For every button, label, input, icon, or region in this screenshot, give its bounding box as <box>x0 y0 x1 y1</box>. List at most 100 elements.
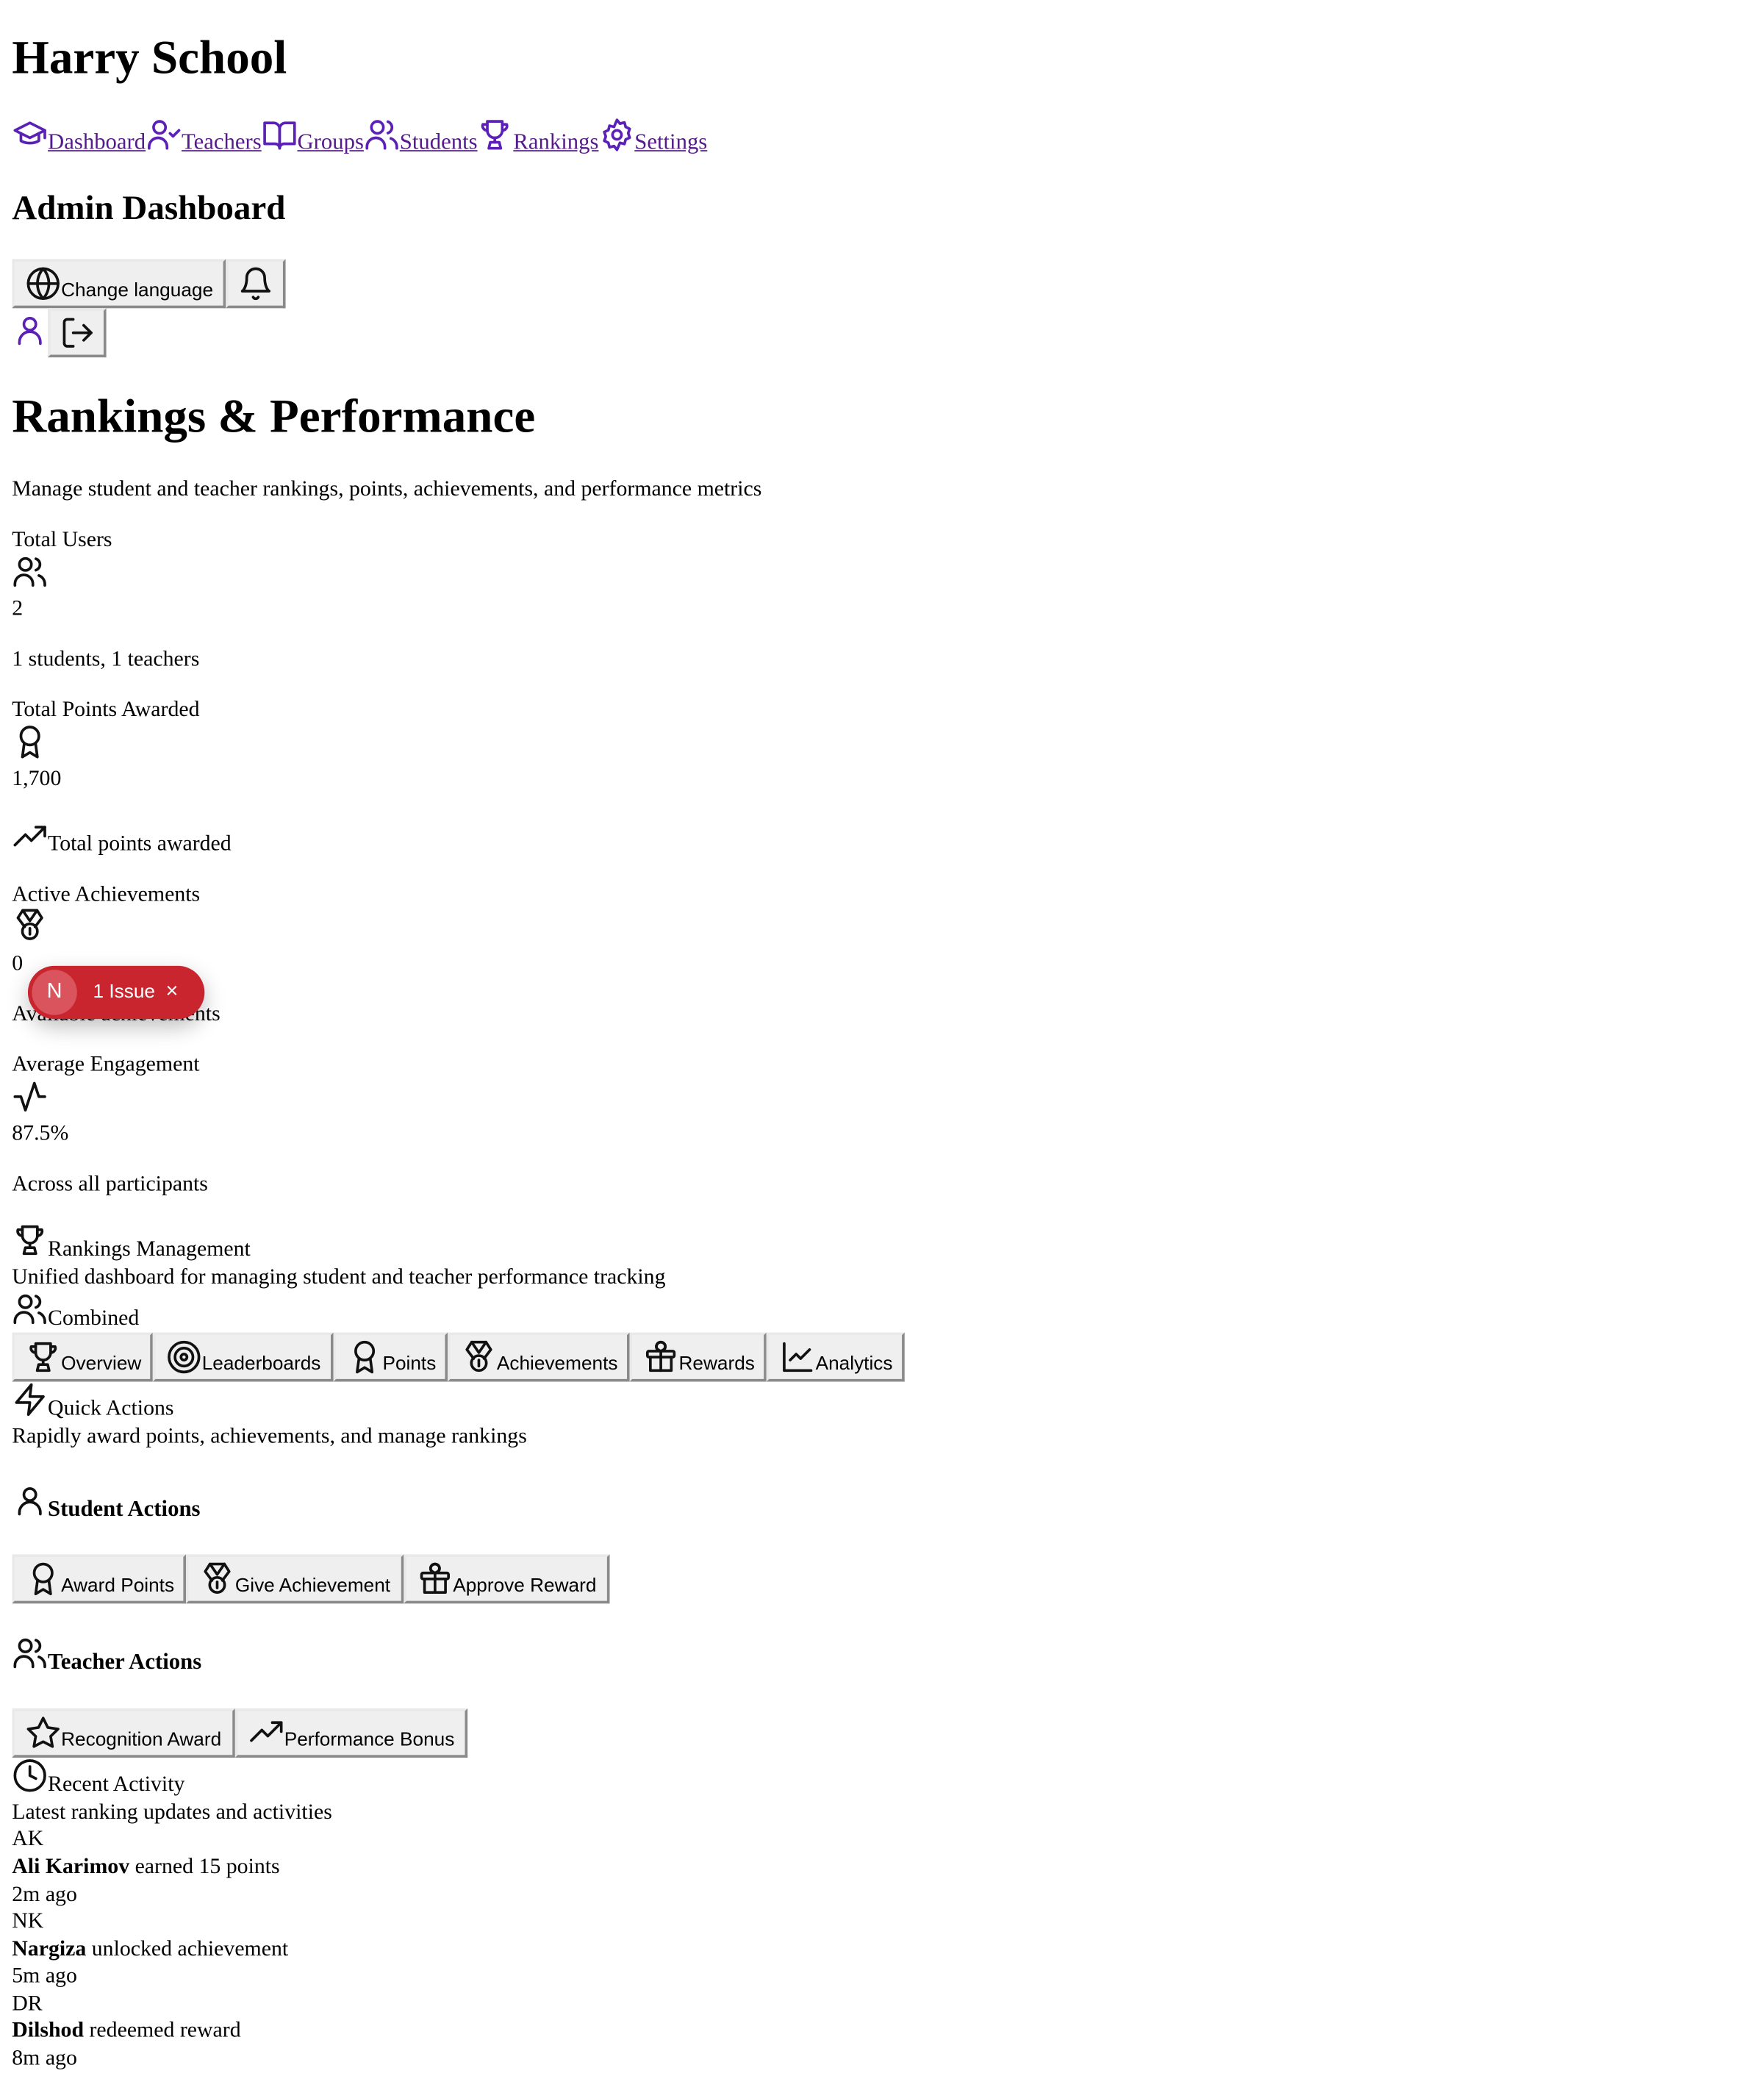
target-icon <box>166 1339 202 1375</box>
tab-leaderboards-label: Leaderboards <box>201 1353 321 1375</box>
tab-rewards[interactable]: Rewards <box>629 1332 767 1382</box>
user-icon <box>12 1483 48 1519</box>
nav-students[interactable]: Students <box>400 129 478 154</box>
performance-bonus-label: Performance Bonus <box>284 1729 455 1751</box>
logout-button[interactable] <box>48 308 107 358</box>
view-mode-combined[interactable]: Combined <box>48 1305 139 1331</box>
graduation-cap-icon <box>12 117 48 153</box>
book-open-icon <box>262 117 298 153</box>
activity-avatar: DR <box>12 1990 43 2016</box>
list-item: Ali Karimov earned 15 points <box>12 1853 279 1880</box>
rankings-title: Rankings Management <box>48 1235 251 1261</box>
medal-icon <box>199 1561 235 1597</box>
users-icon <box>12 554 48 590</box>
award-points-button[interactable]: Award Points <box>12 1554 187 1604</box>
medal-icon <box>461 1339 497 1375</box>
gift-icon <box>417 1561 453 1597</box>
give-achievement-button[interactable]: Give Achievement <box>186 1554 404 1604</box>
nav-teachers[interactable]: Teachers <box>182 129 262 154</box>
nav-dashboard[interactable]: Dashboard <box>48 129 146 154</box>
performance-bonus-button[interactable]: Performance Bonus <box>234 1708 468 1758</box>
bell-icon <box>237 265 273 301</box>
globe-icon <box>25 265 61 301</box>
award-icon <box>12 724 48 760</box>
activity-time: 5m ago <box>12 1962 77 1988</box>
close-icon[interactable]: × <box>165 981 178 1005</box>
activity-action: redeemed reward <box>84 2016 241 2042</box>
users-icon <box>12 1292 48 1328</box>
trending-up-icon <box>12 820 48 856</box>
trophy-icon <box>478 117 514 153</box>
award-points-label: Award Points <box>61 1575 175 1597</box>
users-icon <box>364 117 400 153</box>
brand-title: Harry School <box>12 30 287 84</box>
tab-analytics[interactable]: Analytics <box>766 1332 905 1382</box>
stat-total-users-label: Total Users <box>12 526 112 551</box>
activity-avatar: AK <box>12 1825 44 1851</box>
tab-rewards-label: Rewards <box>678 1353 755 1375</box>
medal-icon <box>12 907 48 943</box>
change-language-button[interactable]: Change language <box>12 259 226 309</box>
star-icon <box>25 1715 61 1751</box>
stat-total-points-value: 1,700 <box>12 765 62 791</box>
main-nav: Dashboard Teachers Groups Students Rankings S… <box>12 117 707 155</box>
activity-icon <box>12 1078 48 1114</box>
tab-points-label: Points <box>382 1353 437 1375</box>
approve-reward-label: Approve Reward <box>453 1575 597 1597</box>
tab-leaderboards[interactable]: Leaderboards <box>152 1332 334 1382</box>
users-icon <box>12 1636 48 1672</box>
give-achievement-label: Give Achievement <box>234 1575 391 1597</box>
nav-rankings[interactable]: Rankings <box>513 129 598 154</box>
quick-actions-description: Rapidly award points, achievements, and … <box>12 1422 527 1448</box>
approve-reward-button[interactable]: Approve Reward <box>404 1554 610 1604</box>
trophy-icon <box>12 1223 48 1259</box>
student-actions-heading: Student Actions <box>48 1495 201 1522</box>
stat-total-points-note: Total points awarded <box>48 830 232 856</box>
recognition-award-label: Recognition Award <box>61 1729 222 1751</box>
stat-total-users-note: 1 students, 1 teachers <box>12 645 200 671</box>
stat-avg-engagement-note: Across all participants <box>12 1170 208 1196</box>
activity-user-name: Ali Karimov <box>12 1853 130 1879</box>
issues-badge[interactable]: N 1 Issue × <box>27 965 205 1020</box>
award-icon <box>347 1339 383 1375</box>
issues-count: 1 Issue <box>93 981 155 1003</box>
activity-action: earned 15 points <box>129 1853 280 1879</box>
tab-points[interactable]: Points <box>333 1332 448 1382</box>
activity-time: 2m ago <box>12 1880 77 1907</box>
teacher-actions-heading: Teacher Actions <box>48 1648 202 1675</box>
stat-active-achievements-value: 0 <box>12 950 24 976</box>
gift-icon <box>643 1339 679 1375</box>
clock-icon <box>12 1758 48 1794</box>
tab-overview-label: Overview <box>61 1353 142 1375</box>
activity-time: 8m ago <box>12 2044 77 2070</box>
nav-settings[interactable]: Settings <box>634 129 707 154</box>
next-logo-icon: N <box>32 970 77 1015</box>
tab-overview[interactable]: Overview <box>12 1332 153 1382</box>
recent-activity-description: Latest ranking updates and activities <box>12 1798 332 1825</box>
recent-activity-title: Recent Activity <box>48 1770 185 1797</box>
user-check-icon <box>146 117 182 153</box>
stat-active-achievements-label: Active Achievements <box>12 881 201 906</box>
trending-up-icon <box>248 1715 284 1751</box>
logout-icon <box>59 315 95 351</box>
stat-total-points-label: Total Points Awarded <box>12 695 200 722</box>
tab-achievements[interactable]: Achievements <box>448 1332 630 1382</box>
user-icon[interactable] <box>12 312 48 348</box>
notifications-button[interactable] <box>226 259 286 309</box>
stat-avg-engagement-label: Average Engagement <box>12 1050 200 1076</box>
rankings-description: Unified dashboard for managing student a… <box>12 1263 666 1289</box>
list-item: Dilshod redeemed reward <box>12 2016 240 2043</box>
trophy-icon <box>25 1339 61 1375</box>
activity-avatar: NK <box>12 1908 44 1933</box>
tab-achievements-label: Achievements <box>496 1353 618 1375</box>
header-title: Admin Dashboard <box>12 188 286 228</box>
page-subtitle: Manage student and teacher rankings, poi… <box>12 475 762 501</box>
recognition-award-button[interactable]: Recognition Award <box>12 1708 235 1758</box>
stat-avg-engagement-value: 87.5% <box>12 1120 69 1145</box>
nav-groups[interactable]: Groups <box>297 129 363 154</box>
award-icon <box>25 1561 61 1597</box>
gear-icon <box>598 117 634 153</box>
activity-action: unlocked achievement <box>86 1936 289 1961</box>
tab-analytics-label: Analytics <box>815 1353 893 1375</box>
activity-user-name: Nargiza <box>12 1936 87 1961</box>
